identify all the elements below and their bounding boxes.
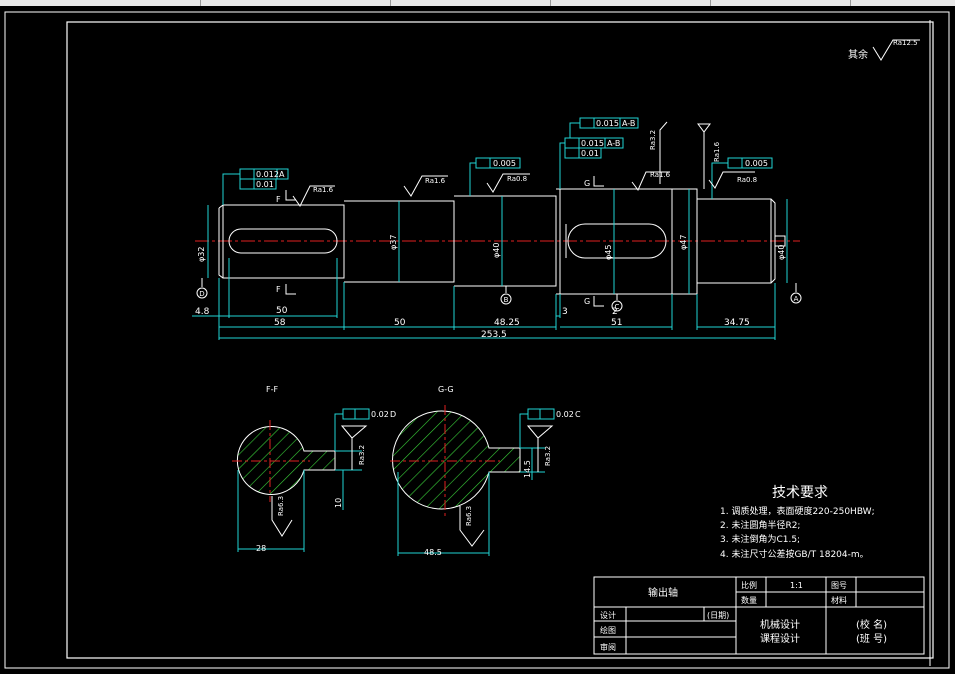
svg-text:(班 号): (班 号)	[856, 633, 887, 645]
svg-text:C: C	[615, 303, 620, 311]
svg-text:比例: 比例	[741, 580, 757, 590]
svg-text:Ra3.2: Ra3.2	[544, 446, 552, 466]
svg-text:F: F	[276, 195, 281, 204]
diameter-labels: φ32 φ37 φ40 φ45 φ47 φ40	[197, 235, 786, 262]
svg-text:48.25: 48.25	[494, 318, 520, 328]
svg-text:A: A	[279, 170, 285, 179]
svg-text:2. 未注圆角半径R2;: 2. 未注圆角半径R2;	[720, 519, 800, 531]
svg-text:A: A	[794, 295, 799, 303]
svg-text:Ra6.3: Ra6.3	[465, 506, 473, 526]
svg-text:Ra1.6: Ra1.6	[713, 141, 721, 162]
svg-text:φ37: φ37	[389, 235, 398, 250]
svg-text:F: F	[276, 285, 281, 294]
svg-text:G: G	[584, 179, 590, 188]
svg-text:B: B	[504, 296, 509, 304]
title-block-text: 输出轴 比例 1:1 图号 数量 材料 设计 (日期) 绘图 审阅 机械设计 课…	[600, 580, 887, 652]
svg-text:28: 28	[256, 544, 266, 553]
svg-text:0.015: 0.015	[581, 139, 604, 148]
svg-text:F-F: F-F	[266, 385, 278, 394]
technical-requirements: 技术要求 1. 调质处理，表面硬度220-250HBW; 2. 未注圆角半径R2…	[720, 485, 875, 560]
roughness-labels: Ra1.6 Ra1.6 Ra0.8 Ra3.2 Ra1.6 Ra1.6 Ra0.…	[313, 130, 757, 194]
svg-text:0.01: 0.01	[256, 180, 274, 189]
svg-text:(校 名): (校 名)	[856, 618, 887, 631]
svg-text:A-B: A-B	[607, 139, 620, 148]
svg-text:审阅: 审阅	[600, 642, 616, 652]
svg-text:C: C	[575, 410, 581, 419]
svg-text:Ra0.8: Ra0.8	[737, 176, 757, 184]
section-ff: F-F 0.02 D Ra3.2 Ra6.3 28 10	[232, 385, 396, 553]
svg-text:Ra1.6: Ra1.6	[650, 171, 671, 179]
svg-text:φ47: φ47	[679, 235, 688, 250]
svg-text:0.01: 0.01	[581, 149, 599, 158]
svg-text:10: 10	[334, 498, 343, 508]
svg-text:14.5: 14.5	[523, 460, 532, 478]
svg-text:G-G: G-G	[438, 385, 454, 394]
svg-text:课程设计: 课程设计	[760, 632, 800, 645]
drawing-sheet: 其余 Ra12.5 φ32 φ37 φ40 φ45 φ47 φ40 4.8 50…	[4, 11, 950, 669]
svg-text:50: 50	[276, 306, 288, 316]
datum-letters: D B C A	[199, 290, 798, 311]
axial-labels: 4.8 50 58 50 48.25 3 51 34.75 253.5 2	[195, 306, 750, 340]
svg-text:253.5: 253.5	[481, 330, 507, 340]
svg-text:4.8: 4.8	[195, 307, 210, 317]
svg-text:Ra3.2: Ra3.2	[358, 445, 366, 465]
shaft-main-view	[195, 188, 800, 295]
outer-border	[4, 11, 950, 669]
svg-text:其余: 其余	[848, 48, 868, 61]
svg-text:51: 51	[611, 318, 622, 328]
svg-text:48.5: 48.5	[424, 548, 442, 557]
svg-text:(日期): (日期)	[707, 611, 729, 620]
svg-text:0.02: 0.02	[371, 410, 389, 419]
svg-text:G: G	[584, 297, 590, 306]
roughness-symbols	[292, 121, 755, 207]
svg-text:0.005: 0.005	[745, 159, 768, 168]
general-roughness-note: 其余 Ra12.5	[848, 39, 920, 61]
svg-text:34.75: 34.75	[724, 318, 750, 328]
section-gg: G-G 0.02 C Ra3.2 Ra6.3 48.5 14.5	[390, 385, 581, 557]
cad-viewport[interactable]: 其余 Ra12.5 φ32 φ37 φ40 φ45 φ47 φ40 4.8 50…	[0, 0, 955, 674]
svg-text:技术要求: 技术要求	[772, 485, 828, 501]
svg-text:材料: 材料	[831, 595, 847, 605]
svg-text:3. 未注倒角为C1.5;: 3. 未注倒角为C1.5;	[720, 533, 800, 545]
svg-text:1. 调质处理，表面硬度220-250HBW;: 1. 调质处理，表面硬度220-250HBW;	[720, 505, 875, 517]
svg-text:1:1: 1:1	[790, 581, 803, 590]
svg-text:φ40: φ40	[492, 243, 501, 258]
svg-text:Ra1.6: Ra1.6	[313, 186, 334, 194]
svg-text:0.02: 0.02	[556, 410, 574, 419]
svg-text:D: D	[390, 410, 396, 419]
svg-text:0.015: 0.015	[596, 119, 619, 128]
svg-text:φ32: φ32	[197, 247, 206, 262]
svg-text:输出轴: 输出轴	[648, 586, 678, 599]
svg-text:3: 3	[562, 307, 568, 317]
svg-text:设计: 设计	[600, 610, 616, 620]
svg-text:A-B: A-B	[622, 119, 635, 128]
svg-text:数量: 数量	[741, 595, 757, 605]
svg-text:Ra0.8: Ra0.8	[507, 175, 527, 183]
svg-text:0.005: 0.005	[493, 159, 516, 168]
svg-text:φ40: φ40	[777, 245, 786, 260]
svg-text:0.012: 0.012	[256, 170, 279, 179]
inner-border	[66, 21, 934, 659]
cut-letters: F F G G	[276, 179, 590, 306]
svg-text:58: 58	[274, 318, 286, 328]
svg-text:Ra6.3: Ra6.3	[277, 496, 285, 516]
svg-text:φ45: φ45	[604, 245, 613, 260]
svg-text:Ra1.6: Ra1.6	[425, 177, 446, 185]
svg-text:50: 50	[394, 318, 406, 328]
svg-text:图号: 图号	[831, 581, 847, 590]
svg-text:D: D	[199, 290, 204, 298]
svg-text:Ra12.5: Ra12.5	[893, 39, 918, 47]
svg-text:4. 未注尺寸公差按GB/T 18204-m。: 4. 未注尺寸公差按GB/T 18204-m。	[720, 548, 869, 560]
svg-text:机械设计: 机械设计	[760, 618, 800, 631]
svg-text:Ra3.2: Ra3.2	[649, 130, 657, 150]
svg-text:绘图: 绘图	[600, 625, 616, 635]
